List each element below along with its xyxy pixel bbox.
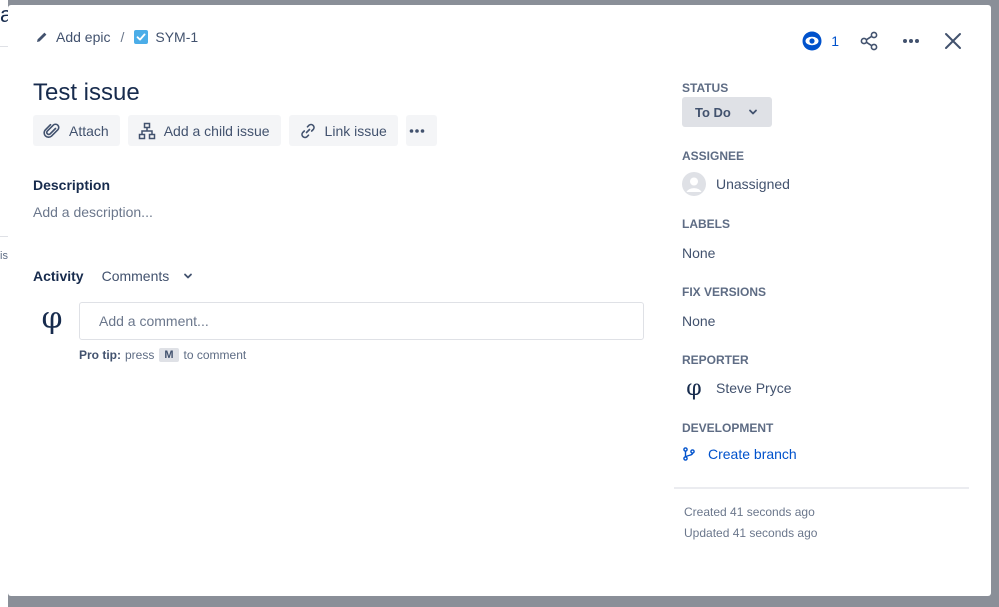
status-label: STATUS [682,81,729,95]
chevron-down-icon [748,109,757,115]
labels-value[interactable]: None [682,245,715,261]
description-heading: Description [33,177,111,193]
default-avatar-icon [682,172,706,196]
assignee-value: Unassigned [716,176,790,192]
activity-header: Activity Comments [33,268,193,284]
more-issue-actions-button[interactable] [405,115,437,146]
fix-versions-value[interactable]: None [682,313,715,329]
more-actions-button[interactable] [895,25,927,57]
assignee-label: ASSIGNEE [682,149,745,163]
link-icon [300,123,315,138]
activity-filter-dropdown[interactable]: Comments [102,268,194,284]
attach-button[interactable]: Attach [33,115,120,146]
link-issue-label: Link issue [324,122,387,139]
pro-tip-label: Pro tip: [79,348,121,362]
share-icon [860,31,878,51]
activity-filter-value: Comments [101,268,170,284]
status-dropdown[interactable]: To Do [682,97,772,127]
breadcrumb-separator: / [120,29,125,45]
comment-input[interactable]: Add a comment... [79,302,644,340]
pro-tip-press: press [125,348,155,362]
pro-tip-suffix: to comment [183,348,247,362]
branch-icon [683,447,695,461]
description-field[interactable]: Add a description... [33,204,153,220]
eye-icon [802,31,822,51]
background-page: a is [0,0,12,607]
keyboard-shortcut-key: M [159,348,179,362]
labels-label: LABELS [682,217,730,231]
link-issue-button[interactable]: Link issue [288,115,398,146]
development-label: DEVELOPMENT [682,421,774,435]
more-icon [410,128,425,133]
reporter-value: Steve Pryce [716,380,792,396]
background-text: is [0,250,8,262]
issue-key-label: SYM-1 [155,29,199,45]
add-epic-label: Add epic [56,29,111,45]
issue-modal: Add epic / SYM-1 1 Test issue Attach Add… [8,5,991,596]
background-divider [0,46,8,47]
watch-button[interactable]: 1 [798,25,843,57]
created-timestamp: Created 41 seconds ago [684,505,815,519]
avatar: φ [41,300,63,336]
attach-label: Attach [69,122,109,139]
pro-tip: Pro tip: press M to comment [79,348,246,362]
close-button[interactable] [937,25,969,57]
reporter-field[interactable]: φ Steve Pryce [682,375,792,401]
sidebar-divider [674,487,969,489]
issue-actions: Attach Add a child issue Link issue [33,115,445,146]
issue-title[interactable]: Test issue [33,79,140,107]
pencil-icon [37,32,47,42]
more-icon [903,39,919,43]
add-child-issue-label: Add a child issue [163,122,270,139]
assignee-field[interactable]: Unassigned [682,172,790,196]
updated-timestamp: Updated 41 seconds ago [684,526,818,540]
paperclip-icon [43,122,60,138]
header-actions: 1 [798,25,969,57]
add-epic-link[interactable]: Add epic [36,29,110,45]
watchers-count: 1 [831,33,839,49]
create-branch-link[interactable]: Create branch [682,446,797,462]
create-branch-label: Create branch [708,446,797,462]
activity-heading: Activity [33,268,84,284]
breadcrumb: Add epic / SYM-1 [36,29,198,45]
chevron-down-icon [184,273,193,279]
share-button[interactable] [853,25,885,57]
close-icon [945,33,961,49]
add-child-issue-button[interactable]: Add a child issue [127,115,281,146]
task-checkbox-icon [134,30,149,44]
background-divider [0,236,8,237]
reporter-label: REPORTER [682,353,749,367]
status-value: To Do [695,104,731,120]
fix-versions-label: FIX VERSIONS [682,285,767,299]
issue-key-link[interactable]: SYM-1 [134,29,198,45]
hierarchy-icon [138,122,155,139]
avatar: φ [686,375,702,401]
